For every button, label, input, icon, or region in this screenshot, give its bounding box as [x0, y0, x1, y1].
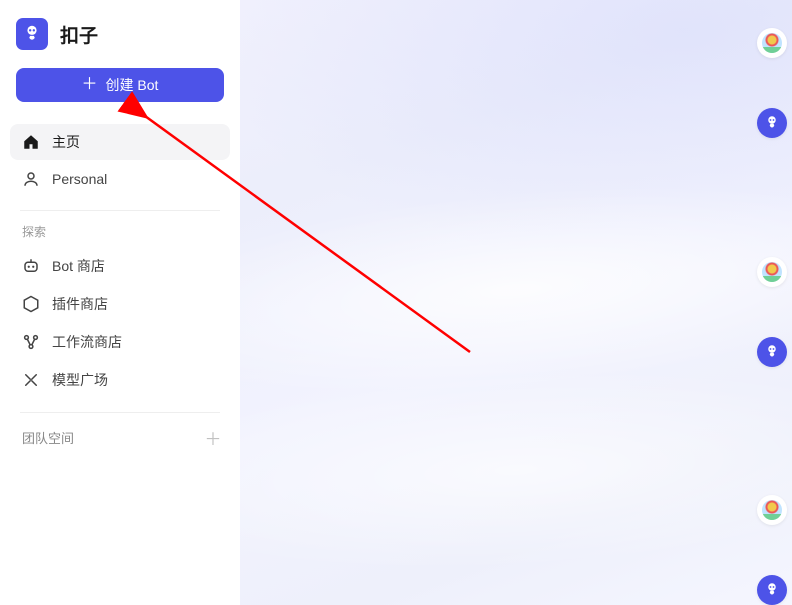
workflow-store-icon — [22, 333, 40, 351]
nav-model-arena[interactable]: 模型广场 — [10, 362, 230, 398]
team-space-label: 团队空间 — [22, 428, 74, 447]
brand-logo-icon — [16, 18, 48, 50]
person-icon — [22, 170, 40, 188]
nav-personal[interactable]: Personal — [10, 162, 230, 196]
rail-avatar-2[interactable] — [757, 257, 787, 287]
add-team-space-button[interactable]: ＋ — [204, 425, 222, 450]
nav-bot-store-label: Bot 商店 — [52, 256, 105, 276]
brand: 扣子 — [0, 14, 240, 68]
nav-workflow-store-label: 工作流商店 — [52, 332, 122, 352]
nav-bot-store[interactable]: Bot 商店 — [10, 248, 230, 284]
home-icon — [22, 133, 40, 151]
team-space-header[interactable]: 团队空间 ＋ — [0, 425, 240, 450]
create-bot-label: 创建 Bot — [106, 75, 159, 95]
rail-bot-2[interactable] — [757, 337, 787, 367]
nav-model-arena-label: 模型广场 — [52, 370, 108, 390]
model-arena-icon — [22, 371, 40, 389]
explore-label: 探索 — [0, 223, 240, 248]
right-rail — [752, 0, 792, 605]
rail-bot-3[interactable] — [757, 575, 787, 605]
nav-personal-label: Personal — [52, 171, 107, 187]
plugin-store-icon — [22, 295, 40, 313]
balloon-avatar-icon — [762, 500, 782, 520]
bot-icon — [763, 343, 781, 361]
sidebar: 扣子 ＋ 创建 Bot 主页 Personal 探索 — [0, 0, 240, 605]
bot-icon — [763, 581, 781, 599]
divider — [20, 412, 220, 413]
rail-avatar-3[interactable] — [757, 495, 787, 525]
bot-icon — [763, 114, 781, 132]
nav-home[interactable]: 主页 — [10, 124, 230, 160]
main-content — [240, 0, 792, 605]
balloon-avatar-icon — [762, 33, 782, 53]
nav-plugin-store-label: 插件商店 — [52, 294, 108, 314]
rail-avatar-1[interactable] — [757, 28, 787, 58]
nav-plugin-store[interactable]: 插件商店 — [10, 286, 230, 322]
divider — [20, 210, 220, 211]
plus-icon: ＋ — [82, 77, 98, 93]
explore-nav: Bot 商店 插件商店 工作流商店 模型广场 — [0, 248, 240, 398]
primary-nav: 主页 Personal — [0, 124, 240, 196]
bot-store-icon — [22, 257, 40, 275]
brand-name: 扣子 — [60, 21, 98, 48]
create-bot-button[interactable]: ＋ 创建 Bot — [16, 68, 224, 102]
balloon-avatar-icon — [762, 262, 782, 282]
nav-home-label: 主页 — [52, 132, 80, 152]
nav-workflow-store[interactable]: 工作流商店 — [10, 324, 230, 360]
rail-bot-1[interactable] — [757, 108, 787, 138]
